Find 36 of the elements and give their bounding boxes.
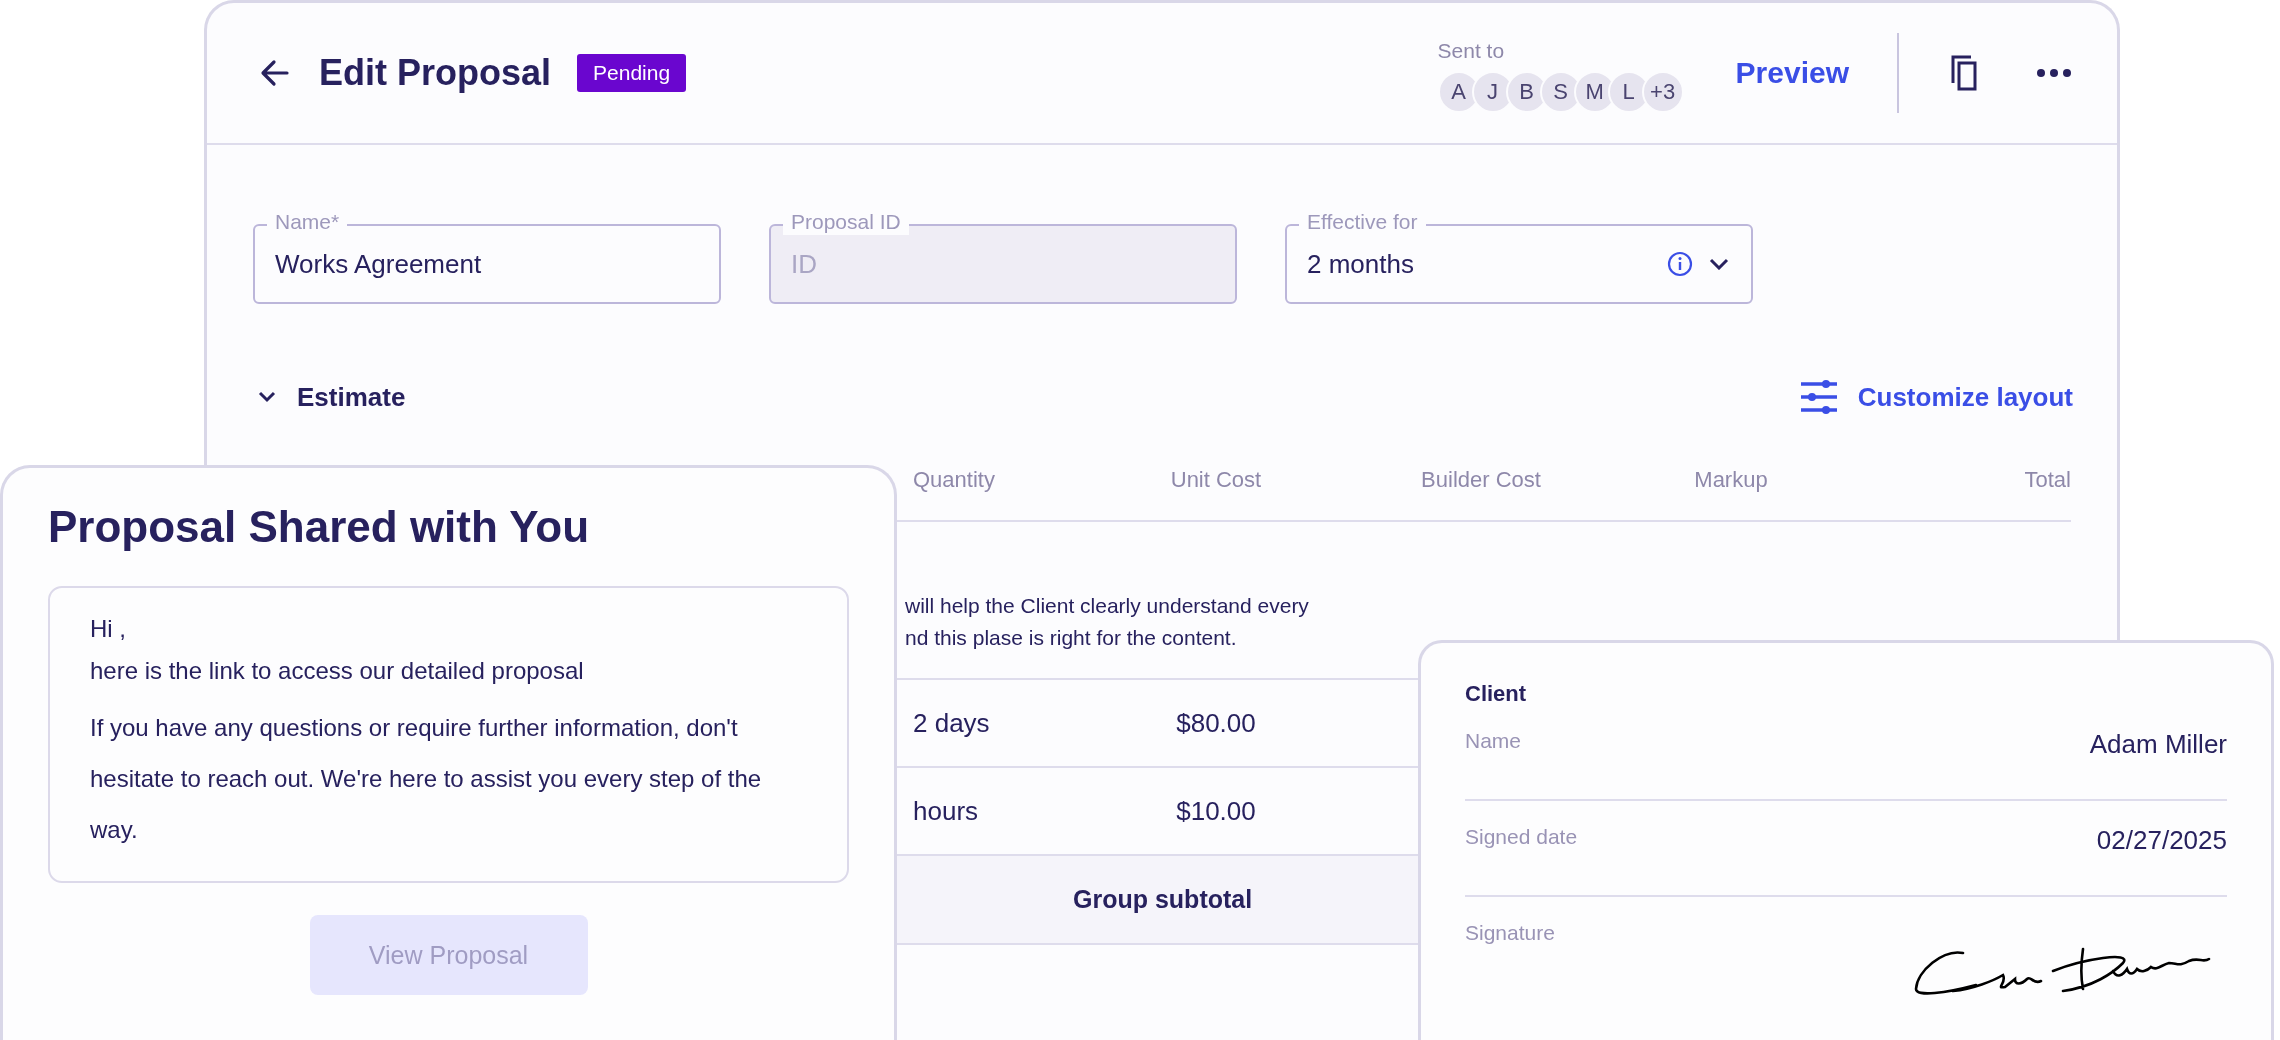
detail-value: Adam Miller [2089, 729, 2227, 760]
card-title: Proposal Shared with You [48, 502, 591, 552]
section-title: Estimate [297, 381, 406, 413]
table-cell-text: 2 days [913, 707, 991, 739]
more-options-icon[interactable] [2037, 69, 2071, 77]
table-cell-text: hours [913, 795, 980, 827]
preview-link[interactable]: Preview [1735, 56, 1849, 90]
column-header: Builder Cost [1420, 467, 1542, 493]
recipient-avatar: +3 [1641, 71, 1684, 113]
input-field[interactable]: Name* Works Agreement [253, 208, 721, 304]
select-field[interactable]: Effective for 2 months [1285, 208, 1753, 304]
item-description: nd this plase is right for the content. [905, 625, 1238, 651]
detail-label: Signed date [1465, 825, 1578, 849]
sent-to-label: Sent to [1437, 39, 1506, 63]
table-cell-text: $80.00 [1175, 707, 1257, 739]
table-cell-text: $10.00 [1175, 795, 1257, 827]
item-description: will help the Client clearly understand every [905, 593, 1310, 619]
column-header: Total [2023, 467, 2071, 493]
column-header: Unit Cost [1169, 467, 1263, 493]
message-text: If you have any questions or require further information, don't hesitate to reach out. We're here to assist you every step of the way. [90, 713, 763, 845]
copy-icon[interactable] [1951, 55, 1977, 91]
detail-label: Name [1465, 729, 1522, 753]
card-title: Client [1465, 681, 1528, 707]
column-header: Quantity [913, 467, 996, 493]
column-header: Markup [1693, 467, 1769, 493]
status-badge: Pending [577, 54, 687, 92]
message-text: here is the link to access our detailed proposal [90, 656, 585, 686]
sliders-icon[interactable] [1799, 380, 1838, 414]
chevron-down-icon[interactable] [1709, 258, 1729, 270]
info-icon[interactable] [1667, 251, 1693, 277]
greeting-text: Hi , [90, 614, 127, 644]
page-title: Edit Proposal [319, 52, 552, 94]
customize-layout-link[interactable]: Customize layout [1857, 381, 2073, 413]
detail-value: 02/27/2025 [2096, 825, 2227, 856]
detail-label: Signature [1465, 921, 1555, 945]
subtotal-label: Group subtotal [1073, 885, 1253, 914]
